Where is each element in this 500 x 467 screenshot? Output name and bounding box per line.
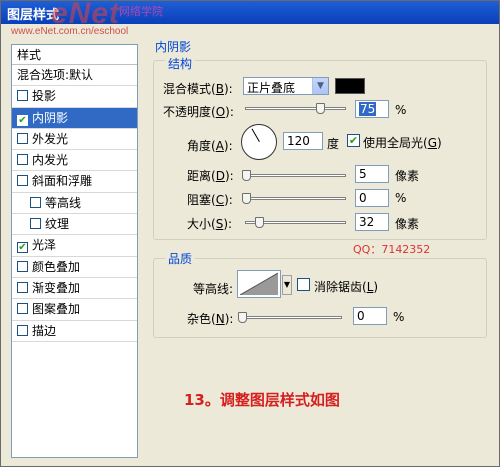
- style-checkbox[interactable]: [17, 303, 28, 315]
- style-item[interactable]: ✔ 光泽: [12, 235, 137, 257]
- style-item-label: 内阴影: [32, 110, 69, 125]
- blend-mode-label: 混合模式(B):: [163, 82, 233, 96]
- style-checkbox[interactable]: [17, 90, 28, 102]
- noise-unit: %: [393, 310, 405, 324]
- noise-input[interactable]: 0: [353, 307, 387, 325]
- style-item-label: 外发光: [32, 131, 69, 146]
- contour-picker[interactable]: ▼: [237, 270, 292, 298]
- size-input[interactable]: 32: [355, 213, 389, 231]
- style-item[interactable]: 颜色叠加: [12, 257, 137, 278]
- layer-style-dialog: 图层样式 eNet 网络学院 www.eNet.com.cn/eschool 样…: [0, 0, 500, 467]
- style-checkbox[interactable]: [30, 196, 41, 208]
- distance-label: 距离(D):: [187, 169, 234, 183]
- style-item[interactable]: 外发光: [12, 129, 137, 151]
- style-item-label: 等高线: [45, 195, 82, 210]
- opacity-slider-thumb[interactable]: [316, 103, 326, 114]
- chevron-down-icon: ▼: [312, 78, 328, 94]
- style-checkbox[interactable]: ✔: [17, 114, 28, 126]
- shadow-color-swatch[interactable]: [335, 78, 365, 94]
- noise-slider-thumb[interactable]: [238, 312, 247, 323]
- contour-preview-icon: [240, 273, 278, 295]
- quality-title: 品质: [165, 250, 196, 267]
- tutorial-caption: 13。调整图层样式如图: [184, 391, 340, 409]
- opacity-input[interactable]: 75: [355, 100, 389, 118]
- style-item[interactable]: 描边: [12, 321, 137, 342]
- style-item-label: 图案叠加: [32, 302, 81, 317]
- opacity-label: 不透明度(O):: [163, 105, 234, 119]
- style-item[interactable]: 内发光: [12, 150, 137, 172]
- contour-label: 等高线:: [193, 282, 234, 296]
- opacity-slider[interactable]: [245, 103, 346, 114]
- angle-unit: 度: [327, 137, 340, 151]
- angle-dial[interactable]: [241, 124, 277, 160]
- distance-input[interactable]: 5: [355, 165, 389, 183]
- style-item-label: 纹理: [45, 217, 70, 232]
- style-item[interactable]: 投影: [12, 86, 137, 108]
- distance-unit: 像素: [395, 169, 420, 183]
- section-title: 内阴影: [155, 40, 192, 54]
- style-item[interactable]: 图案叠加: [12, 299, 137, 321]
- style-checkbox[interactable]: [17, 132, 28, 144]
- watermark-tagline: 网络学院: [119, 5, 163, 18]
- style-item-label: 内发光: [32, 153, 69, 168]
- style-item[interactable]: 等高线: [12, 193, 137, 215]
- noise-label: 杂色(N):: [187, 312, 234, 326]
- styles-list: 样式 混合选项:默认 投影 ✔ 内阴影外发光内发光斜面和浮雕等高线纹理 ✔ 光泽颜色叠加…: [11, 44, 138, 458]
- opacity-unit: %: [395, 103, 407, 117]
- choke-unit: %: [395, 191, 407, 205]
- qq-watermark: QQ：7142352: [353, 243, 431, 256]
- choke-slider[interactable]: [242, 193, 346, 204]
- distance-slider-thumb[interactable]: [242, 170, 252, 181]
- style-checkbox[interactable]: [17, 175, 28, 187]
- blend-options-item[interactable]: 混合选项:默认: [12, 65, 137, 87]
- style-item-label: 颜色叠加: [32, 259, 81, 274]
- anti-alias-label[interactable]: 消除锯齿(L): [314, 278, 378, 295]
- style-item-label: 渐变叠加: [32, 280, 81, 295]
- style-item[interactable]: 纹理: [12, 214, 137, 236]
- style-checkbox[interactable]: [17, 281, 28, 293]
- angle-dial-needle: [251, 128, 260, 142]
- blend-mode-select[interactable]: 正片叠底 ▼: [243, 77, 329, 95]
- global-light-checkbox[interactable]: ✔: [347, 134, 360, 147]
- style-item-label: 投影: [32, 89, 57, 104]
- size-slider-thumb[interactable]: [254, 217, 264, 228]
- style-item[interactable]: 渐变叠加: [12, 278, 137, 300]
- size-slider[interactable]: [245, 217, 346, 228]
- style-item-label: 描边: [32, 323, 57, 338]
- angle-label: 角度(A):: [187, 139, 233, 153]
- styles-header[interactable]: 样式: [12, 45, 137, 65]
- blend-mode-value: 正片叠底: [247, 81, 296, 95]
- distance-slider[interactable]: [242, 170, 346, 181]
- style-checkbox[interactable]: [17, 260, 28, 272]
- style-checkbox[interactable]: [30, 218, 41, 230]
- choke-slider-thumb[interactable]: [242, 193, 251, 204]
- style-item-label: 斜面和浮雕: [32, 174, 93, 189]
- size-unit: 像素: [395, 217, 420, 231]
- style-item[interactable]: ✔ 内阴影: [12, 107, 137, 129]
- style-item-label: 光泽: [32, 238, 57, 253]
- title-bar: 图层样式 eNet 网络学院: [1, 0, 499, 30]
- style-checkbox[interactable]: [17, 324, 28, 336]
- structure-title: 结构: [165, 55, 196, 72]
- global-light-label[interactable]: 使用全局光(G): [363, 134, 442, 151]
- style-item[interactable]: 斜面和浮雕: [12, 171, 137, 193]
- choke-input[interactable]: 0: [355, 189, 389, 207]
- choke-label: 阻塞(C):: [187, 193, 233, 207]
- style-checkbox[interactable]: ✔: [17, 242, 28, 254]
- style-checkbox[interactable]: [17, 154, 28, 166]
- noise-slider[interactable]: [238, 312, 342, 323]
- angle-input[interactable]: 120: [283, 132, 323, 150]
- watermark-url: www.eNet.com.cn/eschool: [11, 26, 129, 37]
- anti-alias-checkbox[interactable]: [297, 278, 310, 291]
- contour-dropdown-icon[interactable]: ▼: [282, 275, 292, 295]
- size-label: 大小(S):: [187, 217, 233, 231]
